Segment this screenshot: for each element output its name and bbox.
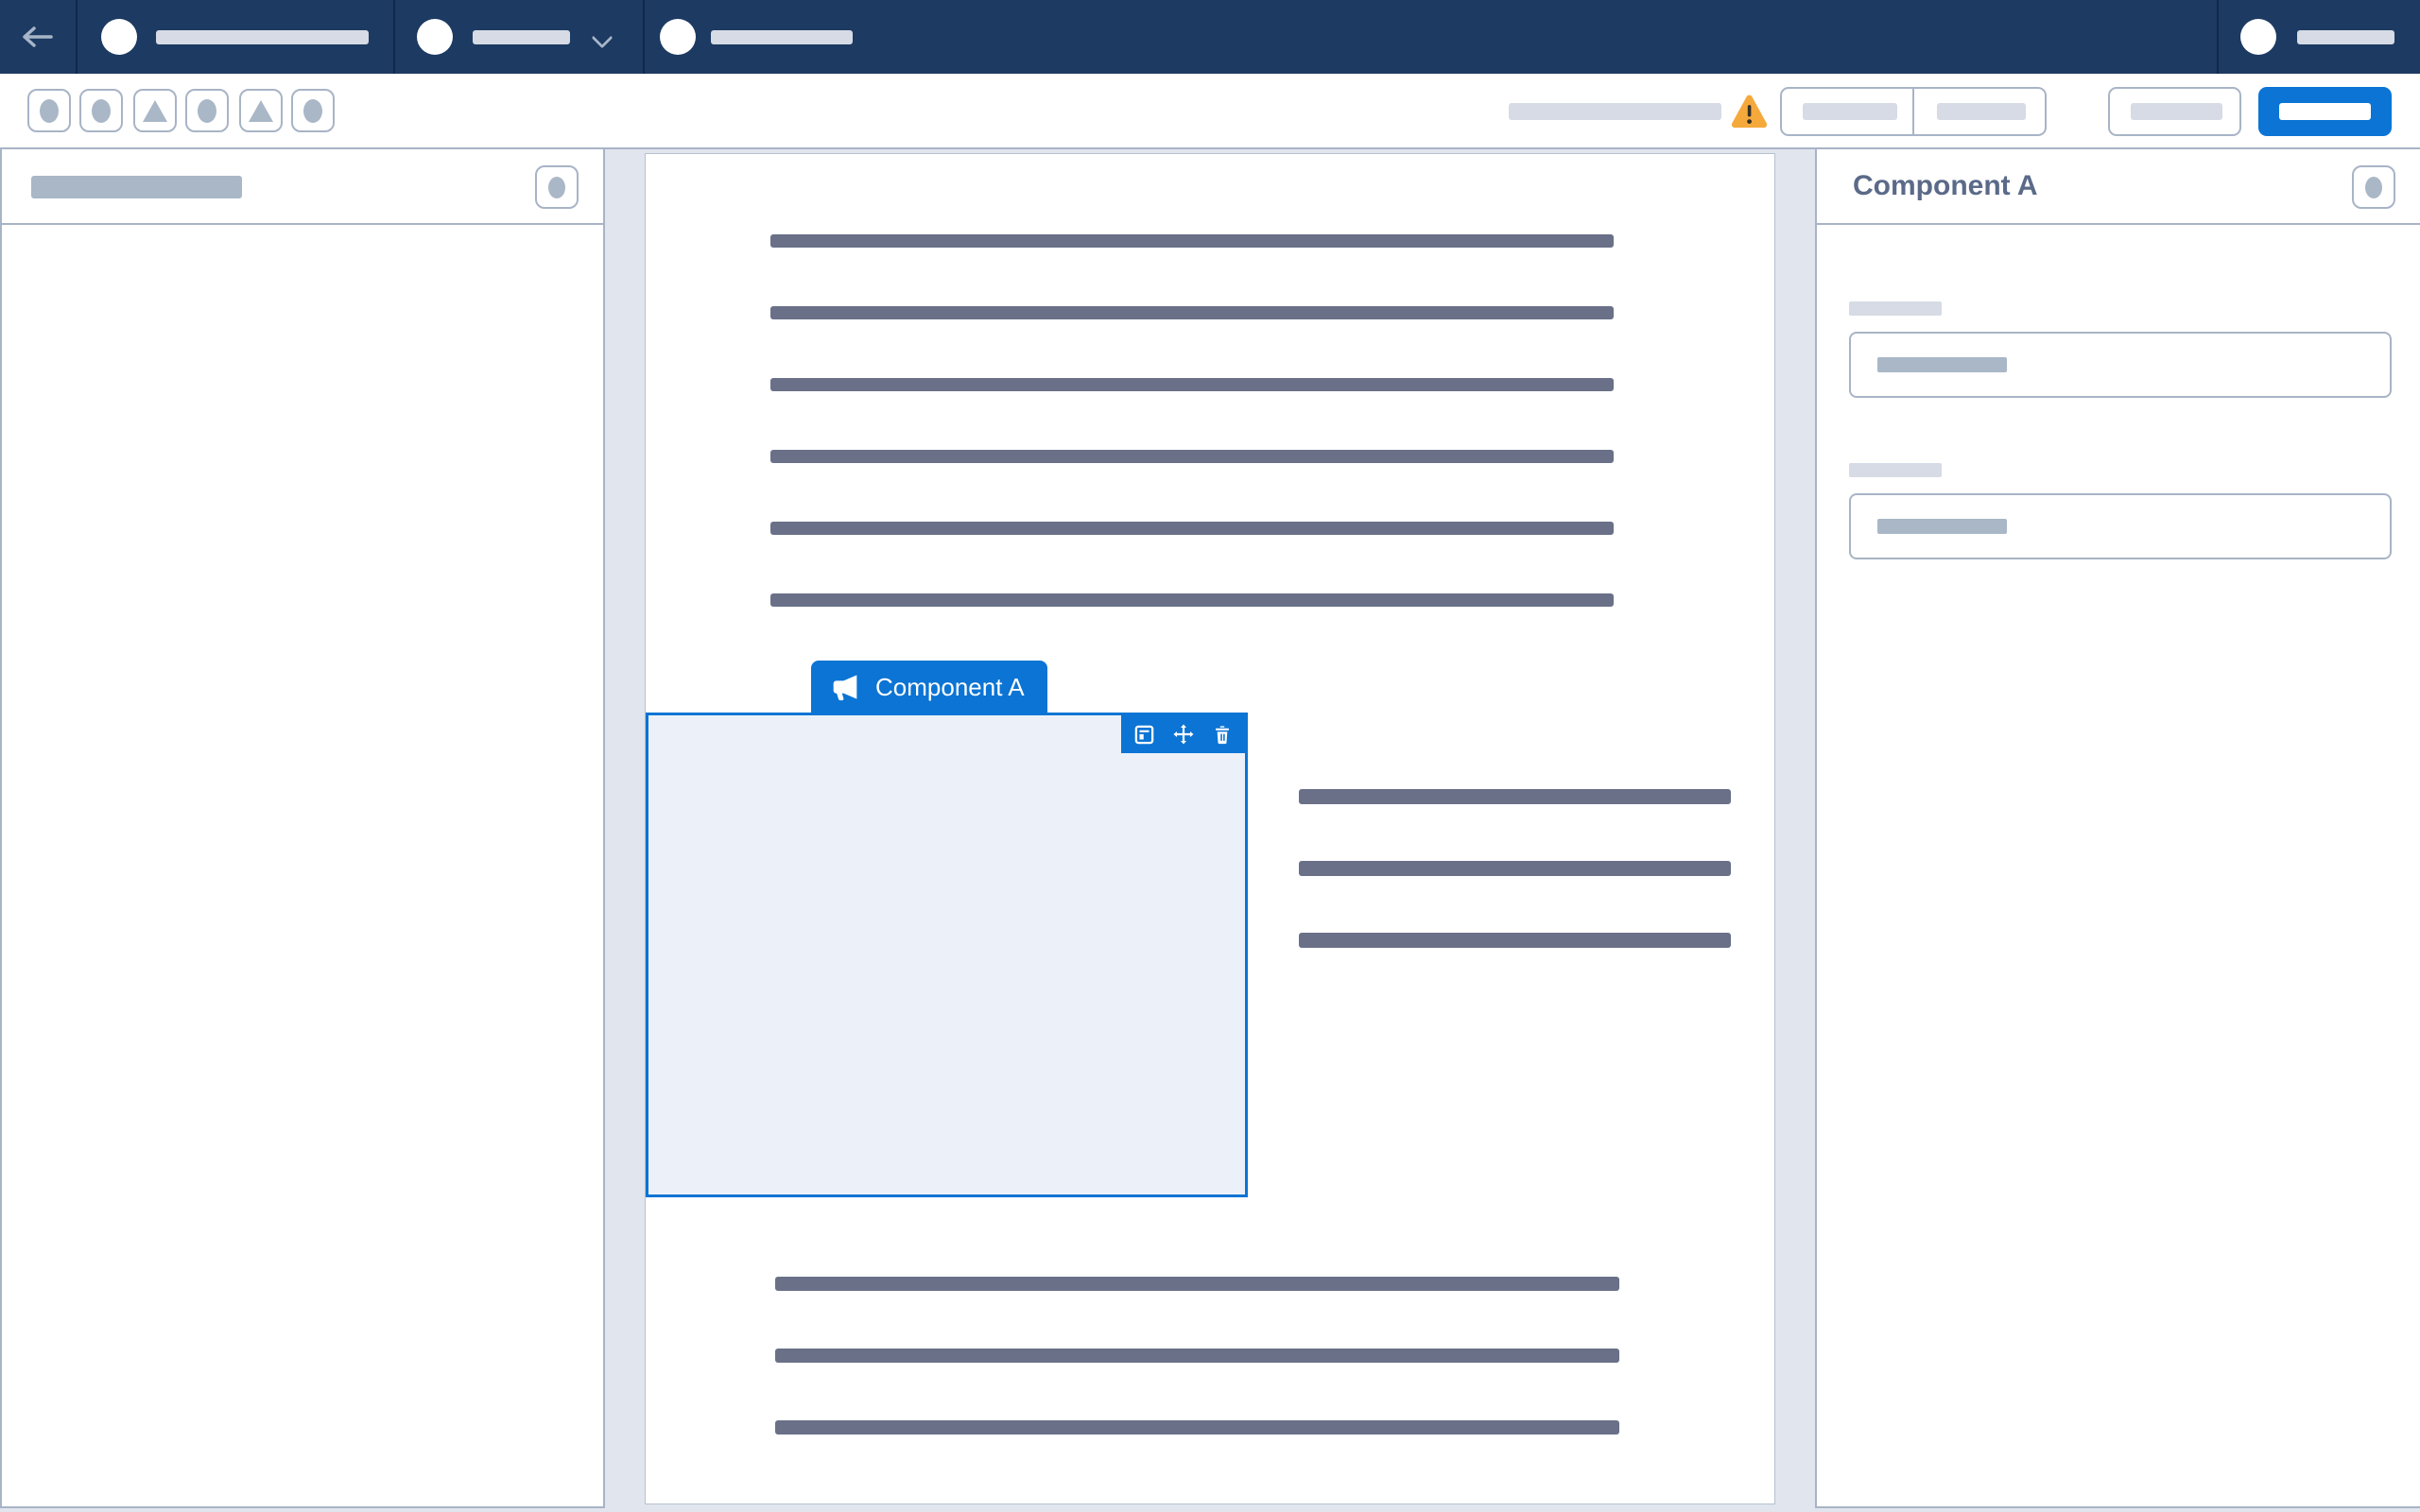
- text-line-placeholder: [770, 234, 1614, 248]
- tool-button-3[interactable]: [133, 89, 177, 132]
- field-label-placeholder: [1849, 301, 1942, 316]
- navbar-divider: [76, 0, 78, 74]
- avatar-circle: [101, 19, 137, 55]
- inspector-header: Component A: [1817, 149, 2420, 225]
- secondary-action-button[interactable]: [2108, 87, 2241, 136]
- builder-toolbar: [0, 74, 2420, 149]
- text-line-placeholder: [770, 450, 1614, 463]
- text-line-placeholder: [1299, 861, 1731, 876]
- navbar-label-placeholder: [156, 30, 369, 44]
- oval-icon: [548, 177, 565, 198]
- text-line-placeholder: [1299, 789, 1731, 804]
- view-toggle-left-button[interactable]: [1782, 89, 1912, 134]
- avatar-circle: [660, 19, 696, 55]
- navbar-divider: [393, 0, 395, 74]
- component-action-bar: [1121, 715, 1245, 753]
- text-lines-beside-component: [1299, 789, 1731, 948]
- navbar-label-placeholder: [2297, 30, 2394, 44]
- text-line-placeholder: [775, 1277, 1619, 1291]
- input-value-placeholder: [1877, 357, 2007, 372]
- move-icon[interactable]: [1172, 723, 1195, 746]
- triangle-icon: [143, 100, 167, 122]
- tool-button-1[interactable]: [27, 89, 71, 132]
- button-label-placeholder: [1803, 103, 1897, 120]
- selected-component-label: Component A: [875, 673, 1025, 702]
- navbar-divider: [2217, 0, 2219, 74]
- warning-triangle-icon[interactable]: [1730, 94, 1769, 129]
- megaphone-icon: [830, 672, 862, 702]
- triangle-icon: [249, 100, 273, 122]
- oval-icon: [40, 99, 59, 123]
- tool-button-2[interactable]: [79, 89, 123, 132]
- delete-icon[interactable]: [1211, 723, 1234, 746]
- view-toggle-group: [1780, 87, 2047, 136]
- tool-button-4[interactable]: [185, 89, 229, 132]
- button-label-placeholder: [2131, 103, 2222, 120]
- field-label-placeholder: [1849, 463, 1942, 477]
- text-line-placeholder: [770, 522, 1614, 535]
- text-line-placeholder: [770, 593, 1614, 607]
- inspector-title: Component A: [1853, 149, 2038, 223]
- text-line-placeholder: [770, 378, 1614, 391]
- oval-icon: [198, 99, 216, 123]
- sidebar-header: [2, 149, 603, 225]
- text-lines-top: [770, 234, 1614, 607]
- tool-button-6[interactable]: [291, 89, 335, 132]
- navbar-label-placeholder: [473, 30, 570, 44]
- property-input-2[interactable]: [1849, 493, 2392, 559]
- layout-icon[interactable]: [1133, 723, 1156, 746]
- sidebar-title-placeholder: [31, 176, 242, 198]
- tool-button-5[interactable]: [239, 89, 283, 132]
- navbar-divider: [643, 0, 645, 74]
- oval-icon: [92, 99, 111, 123]
- back-arrow-icon: [22, 25, 54, 49]
- back-button[interactable]: [0, 0, 76, 74]
- sidebar-header-button[interactable]: [535, 165, 579, 209]
- primary-action-button[interactable]: [2258, 87, 2392, 136]
- property-input-1[interactable]: [1849, 332, 2392, 398]
- selected-component-dropzone[interactable]: [646, 713, 1248, 1197]
- button-label-placeholder: [2279, 103, 2371, 120]
- oval-icon: [2365, 177, 2382, 198]
- avatar-circle: [2240, 19, 2276, 55]
- components-sidebar: [0, 149, 605, 1508]
- chevron-down-icon[interactable]: [593, 28, 614, 49]
- property-inspector: Component A: [1815, 149, 2420, 1508]
- page-canvas[interactable]: Component A: [645, 153, 1775, 1504]
- selected-component-tag[interactable]: Component A: [811, 661, 1047, 713]
- text-line-placeholder: [770, 306, 1614, 319]
- text-line-placeholder: [775, 1420, 1619, 1435]
- text-lines-below-component: [775, 1277, 1619, 1435]
- oval-icon: [303, 99, 322, 123]
- view-toggle-right-button[interactable]: [1912, 89, 2045, 134]
- text-line-placeholder: [775, 1349, 1619, 1363]
- inspector-header-button[interactable]: [2352, 165, 2395, 209]
- text-line-placeholder: [1299, 933, 1731, 948]
- input-value-placeholder: [1877, 519, 2007, 534]
- status-text-placeholder: [1509, 103, 1721, 120]
- button-label-placeholder: [1937, 103, 2026, 120]
- avatar-circle: [417, 19, 453, 55]
- navbar-label-placeholder: [711, 30, 853, 44]
- top-navbar: [0, 0, 2420, 74]
